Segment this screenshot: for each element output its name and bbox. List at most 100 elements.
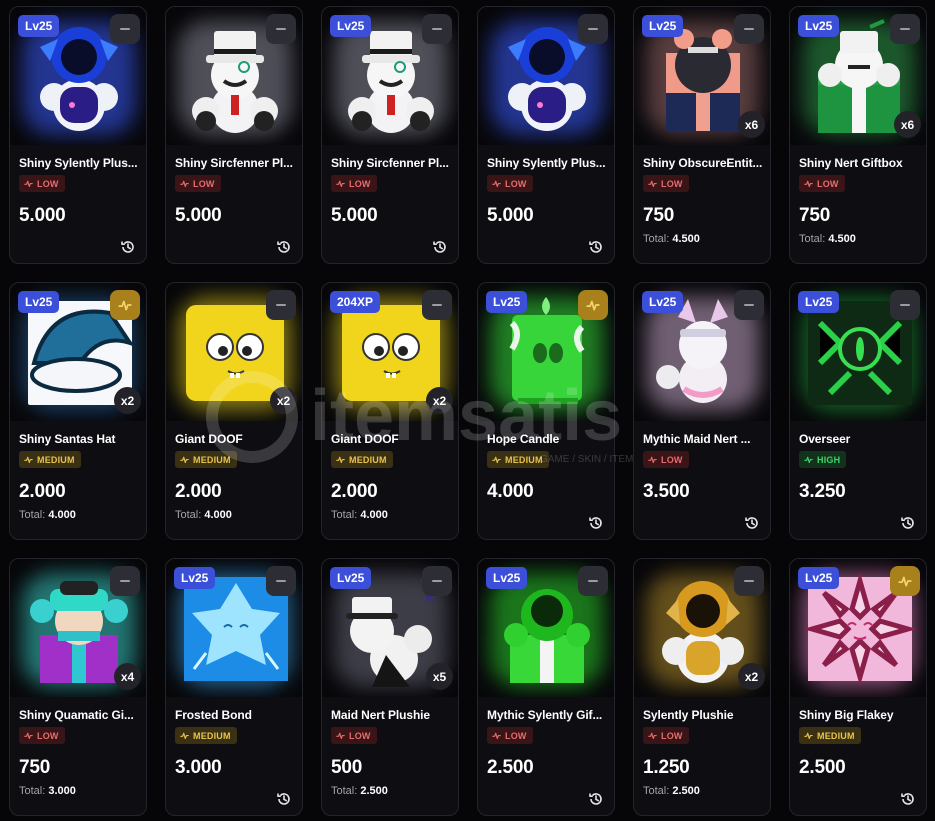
- minus-icon[interactable]: [734, 566, 764, 596]
- minus-icon[interactable]: [266, 14, 296, 44]
- quantity-badge: x6: [738, 111, 765, 138]
- item-name[interactable]: Shiny Sircfenner Pl...: [331, 156, 456, 170]
- item-name[interactable]: Shiny ObscureEntit...: [643, 156, 768, 170]
- history-icon[interactable]: [276, 791, 292, 807]
- total-value: 2.500: [360, 785, 388, 797]
- demand-badge: MEDIUM: [175, 451, 237, 468]
- minus-icon[interactable]: [578, 14, 608, 44]
- demand-label: LOW: [349, 178, 371, 189]
- minus-icon[interactable]: [266, 290, 296, 320]
- total-label: Total:: [175, 509, 202, 521]
- item-card[interactable]: x4 Shiny Quamatic Gi... LOW 750 Total: 3.…: [9, 558, 147, 816]
- activity-icon: [336, 455, 345, 464]
- item-name[interactable]: Shiny Big Flakey: [799, 708, 924, 722]
- item-card[interactable]: Lv25 x2 Shiny Santas Hat MEDIUM 2.000 Tot…: [9, 282, 147, 540]
- demand-label: LOW: [349, 730, 371, 741]
- history-icon[interactable]: [120, 239, 136, 255]
- minus-icon[interactable]: [422, 14, 452, 44]
- quantity-badge: x4: [114, 663, 141, 690]
- item-card[interactable]: Lv25 Shiny Sircfenner Pl... LOW 5.000: [321, 6, 459, 264]
- item-price: 2.000: [19, 481, 66, 502]
- demand-label: MEDIUM: [505, 454, 543, 465]
- history-icon[interactable]: [588, 791, 604, 807]
- item-price: 5.000: [331, 205, 378, 226]
- demand-label: MEDIUM: [193, 454, 231, 465]
- pulse-icon[interactable]: [110, 290, 140, 320]
- item-card[interactable]: Lv25 Mythic Maid Nert ... LOW 3.500: [633, 282, 771, 540]
- item-card[interactable]: Lv25 Overseer HIGH 3.250: [789, 282, 927, 540]
- item-image: Lv25: [478, 559, 614, 697]
- item-name[interactable]: Overseer: [799, 432, 924, 446]
- item-image: Lv25 x6: [790, 7, 926, 145]
- item-name[interactable]: Hope Candle: [487, 432, 612, 446]
- demand-label: HIGH: [817, 454, 841, 465]
- total-price: Total: 4.000: [19, 509, 76, 521]
- item-name[interactable]: Shiny Sylently Plus...: [19, 156, 144, 170]
- item-name[interactable]: Shiny Nert Giftbox: [799, 156, 924, 170]
- total-price: Total: 2.500: [331, 785, 388, 797]
- minus-icon[interactable]: [266, 566, 296, 596]
- item-name[interactable]: Maid Nert Plushie: [331, 708, 456, 722]
- demand-label: MEDIUM: [817, 730, 855, 741]
- item-name[interactable]: Mythic Sylently Gif...: [487, 708, 612, 722]
- pulse-icon[interactable]: [578, 290, 608, 320]
- item-name[interactable]: Shiny Santas Hat: [19, 432, 144, 446]
- item-card[interactable]: x2 Sylently Plushie LOW 1.250 Total: 2.50…: [633, 558, 771, 816]
- minus-icon[interactable]: [422, 566, 452, 596]
- history-icon[interactable]: [900, 515, 916, 531]
- demand-label: LOW: [37, 178, 59, 189]
- item-card[interactable]: Shiny Sylently Plus... LOW 5.000: [477, 6, 615, 264]
- item-name[interactable]: Giant DOOF: [331, 432, 456, 446]
- demand-badge: MEDIUM: [175, 727, 237, 744]
- item-card[interactable]: Lv25 x6 Shiny ObscureEntit... LOW 750 Tot…: [633, 6, 771, 264]
- item-card[interactable]: Lv25 Hope Candle MEDIUM 4.000: [477, 282, 615, 540]
- item-name[interactable]: Frosted Bond: [175, 708, 300, 722]
- item-card[interactable]: Shiny Sircfenner Pl... LOW 5.000: [165, 6, 303, 264]
- history-icon[interactable]: [744, 515, 760, 531]
- item-name[interactable]: Mythic Maid Nert ...: [643, 432, 768, 446]
- history-icon[interactable]: [588, 515, 604, 531]
- minus-icon[interactable]: [890, 14, 920, 44]
- item-name[interactable]: Shiny Sylently Plus...: [487, 156, 612, 170]
- pulse-icon[interactable]: [890, 566, 920, 596]
- item-card[interactable]: Lv25 x6 Shiny Nert Giftbox LOW 750 Total:…: [789, 6, 927, 264]
- level-badge: 204XP: [330, 291, 381, 313]
- demand-label: LOW: [661, 178, 683, 189]
- total-label: Total:: [331, 785, 358, 797]
- item-price: 3.250: [799, 481, 846, 502]
- item-card[interactable]: x2 Giant DOOF MEDIUM 2.000 Total: 4.000: [165, 282, 303, 540]
- minus-icon[interactable]: [578, 566, 608, 596]
- item-card[interactable]: 204XP x2 Giant DOOF MEDIUM 2.000 Total: 4…: [321, 282, 459, 540]
- item-card[interactable]: Lv25 Shiny Big Flakey MEDIUM 2.500: [789, 558, 927, 816]
- total-price: Total: 3.000: [19, 785, 76, 797]
- item-card[interactable]: Lv25 Shiny Sylently Plus... LOW 5.000: [9, 6, 147, 264]
- activity-icon: [492, 179, 501, 188]
- demand-badge: LOW: [799, 175, 845, 192]
- history-icon[interactable]: [276, 239, 292, 255]
- minus-icon[interactable]: [734, 14, 764, 44]
- item-card[interactable]: Lv25 Frosted Bond MEDIUM 3.000: [165, 558, 303, 816]
- item-name[interactable]: Sylently Plushie: [643, 708, 768, 722]
- demand-badge: LOW: [487, 175, 533, 192]
- history-icon[interactable]: [432, 239, 448, 255]
- item-image: Lv25: [166, 559, 302, 697]
- history-icon[interactable]: [588, 239, 604, 255]
- item-price: 5.000: [19, 205, 66, 226]
- item-image: Lv25: [790, 559, 926, 697]
- item-card[interactable]: Lv25 Mythic Sylently Gif... LOW 2.500: [477, 558, 615, 816]
- minus-icon[interactable]: [110, 566, 140, 596]
- activity-icon: [648, 455, 657, 464]
- demand-badge: MEDIUM: [487, 451, 549, 468]
- demand-badge: LOW: [331, 727, 377, 744]
- minus-icon[interactable]: [890, 290, 920, 320]
- item-card[interactable]: Lv25 x5 Maid Nert Plushie LOW 500 Total: …: [321, 558, 459, 816]
- history-icon[interactable]: [900, 791, 916, 807]
- demand-label: LOW: [505, 730, 527, 741]
- minus-icon[interactable]: [110, 14, 140, 44]
- minus-icon[interactable]: [422, 290, 452, 320]
- minus-icon[interactable]: [734, 290, 764, 320]
- item-name[interactable]: Shiny Quamatic Gi...: [19, 708, 144, 722]
- demand-badge: MEDIUM: [799, 727, 861, 744]
- item-name[interactable]: Giant DOOF: [175, 432, 300, 446]
- item-name[interactable]: Shiny Sircfenner Pl...: [175, 156, 300, 170]
